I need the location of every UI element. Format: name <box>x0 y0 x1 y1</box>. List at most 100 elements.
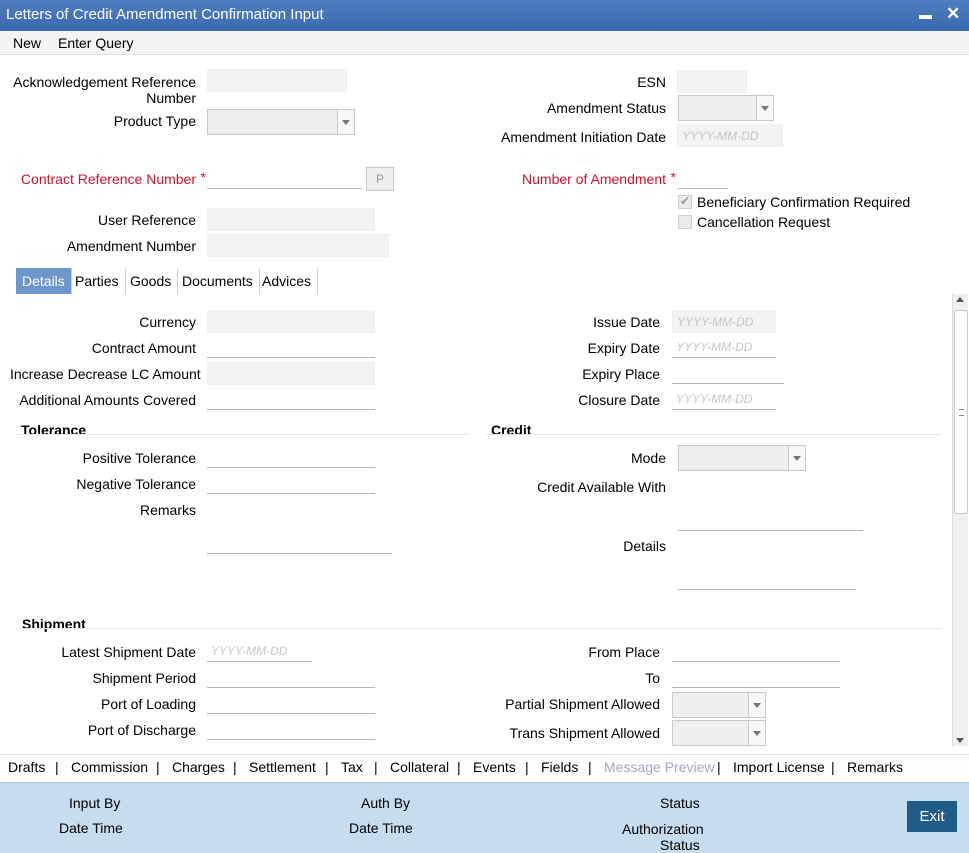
contract-ref-label: Contract Reference Number * <box>10 169 206 187</box>
cancellation-request-label: Cancellation Request <box>697 214 831 230</box>
link-separator: | <box>55 759 59 775</box>
user-reference-label: User Reference <box>97 212 196 228</box>
ack-ref-label-2: Number <box>146 90 196 106</box>
cancellation-request-checkbox[interactable] <box>678 215 692 229</box>
link-separator: | <box>831 759 835 775</box>
partial-shipment-select[interactable] <box>672 692 766 718</box>
tolerance-divider <box>16 434 468 435</box>
drafts-link[interactable]: Drafts <box>8 759 45 775</box>
latest-shipment-date-input[interactable]: YYYY-MM-DD <box>207 640 312 662</box>
negative-tolerance-label: Negative Tolerance <box>76 476 196 492</box>
issue-date-field[interactable]: YYYY-MM-DD <box>672 310 776 333</box>
contract-amount-input[interactable] <box>207 336 375 358</box>
link-separator: | <box>717 759 721 775</box>
esn-field[interactable] <box>677 70 747 93</box>
increase-decrease-label: Increase Decrease LC Amount <box>10 366 201 382</box>
trans-shipment-select[interactable] <box>672 720 766 746</box>
issue-date-label: Issue Date <box>593 314 660 330</box>
required-mark: * <box>670 169 676 185</box>
exit-button[interactable]: Exit <box>907 801 957 832</box>
auth-date-time-label: Date Time <box>349 820 413 836</box>
commission-link[interactable]: Commission <box>71 759 148 775</box>
credit-available-with-textarea[interactable] <box>678 476 863 531</box>
currency-field[interactable] <box>207 310 375 333</box>
tab-details[interactable]: Details <box>16 268 72 294</box>
link-separator: | <box>325 759 329 775</box>
increase-decrease-field[interactable] <box>207 362 375 385</box>
product-type-label: Product Type <box>113 113 196 129</box>
shipment-period-input[interactable] <box>207 666 375 688</box>
amendment-status-select[interactable] <box>678 95 774 121</box>
tab-advices[interactable]: Advices <box>256 268 319 294</box>
ack-ref-field[interactable] <box>207 69 347 92</box>
chevron-down-icon <box>756 96 773 120</box>
esn-label: ESN <box>637 74 666 90</box>
contract-ref-input[interactable] <box>207 167 362 189</box>
vertical-scrollbar[interactable] <box>952 294 968 746</box>
new-menu-item[interactable]: New <box>13 35 41 51</box>
window-title: Letters of Credit Amendment Confirmation… <box>6 6 324 23</box>
amendment-number-field[interactable] <box>207 234 389 257</box>
tab-goods[interactable]: Goods <box>124 268 179 294</box>
fields-link[interactable]: Fields <box>541 759 578 775</box>
port-of-discharge-input[interactable] <box>207 718 375 740</box>
p-button[interactable]: P <box>366 167 394 191</box>
close-icon[interactable]: ✕ <box>946 4 960 24</box>
positive-tolerance-input[interactable] <box>207 446 375 468</box>
collateral-link[interactable]: Collateral <box>390 759 449 775</box>
from-place-label: From Place <box>588 644 660 660</box>
link-separator: | <box>457 759 461 775</box>
tab-parties[interactable]: Parties <box>69 268 126 294</box>
scroll-up-icon[interactable] <box>956 297 964 302</box>
authorization-status-label: Status <box>660 837 700 853</box>
expiry-place-label: Expiry Place <box>582 366 660 382</box>
latest-shipment-date-label: Latest Shipment Date <box>61 644 196 660</box>
message-preview-link: Message Preview <box>604 759 715 775</box>
scroll-down-icon[interactable] <box>956 738 964 743</box>
chevron-down-icon <box>748 693 765 717</box>
number-of-amendment-input[interactable] <box>678 167 728 189</box>
currency-label: Currency <box>139 314 196 330</box>
tax-link[interactable]: Tax <box>341 759 363 775</box>
closure-date-label: Closure Date <box>578 392 660 408</box>
link-separator: | <box>156 759 160 775</box>
negative-tolerance-input[interactable] <box>207 472 375 494</box>
remarks-textarea[interactable] <box>207 498 392 554</box>
amendment-init-date-label: Amendment Initiation Date <box>501 129 666 145</box>
events-link[interactable]: Events <box>473 759 516 775</box>
date-time-label: Date Time <box>59 820 123 836</box>
credit-details-label: Details <box>623 538 666 554</box>
settlement-link[interactable]: Settlement <box>249 759 316 775</box>
mode-select[interactable] <box>678 445 806 471</box>
amendment-init-date-field[interactable]: YYYY-MM-DD <box>677 124 783 147</box>
expiry-place-input[interactable] <box>672 362 784 384</box>
product-type-select[interactable] <box>207 109 355 135</box>
link-separator: | <box>233 759 237 775</box>
tab-documents[interactable]: Documents <box>176 268 260 294</box>
remarks-label: Remarks <box>139 502 196 518</box>
additional-amounts-input[interactable] <box>207 388 375 410</box>
link-separator: | <box>588 759 592 775</box>
contract-amount-label: Contract Amount <box>91 340 196 356</box>
to-input[interactable] <box>672 666 840 688</box>
number-of-amendment-label: Number of Amendment * <box>470 169 676 187</box>
closure-date-input[interactable]: YYYY-MM-DD <box>672 388 776 410</box>
link-separator: | <box>525 759 529 775</box>
user-reference-field[interactable] <box>207 208 375 231</box>
remarks-link[interactable]: Remarks <box>847 759 903 775</box>
enter-query-menu-item[interactable]: Enter Query <box>58 35 133 51</box>
import-license-link[interactable]: Import License <box>733 759 825 775</box>
grip-icon <box>959 409 964 416</box>
expiry-date-input[interactable]: YYYY-MM-DD <box>672 336 776 358</box>
minimize-icon[interactable]: ▬ <box>919 7 932 22</box>
shipment-section-title: Shipment <box>22 616 86 632</box>
from-place-input[interactable] <box>672 640 840 662</box>
scroll-thumb[interactable] <box>954 310 968 514</box>
credit-details-textarea[interactable] <box>678 535 856 590</box>
chevron-down-icon <box>748 721 765 745</box>
port-of-loading-input[interactable] <box>207 692 375 714</box>
beneficiary-confirmation-checkbox[interactable] <box>678 194 692 209</box>
credit-section-title: Credit <box>491 422 532 438</box>
charges-link[interactable]: Charges <box>172 759 225 775</box>
additional-amounts-label: Additional Amounts Covered <box>19 392 196 408</box>
